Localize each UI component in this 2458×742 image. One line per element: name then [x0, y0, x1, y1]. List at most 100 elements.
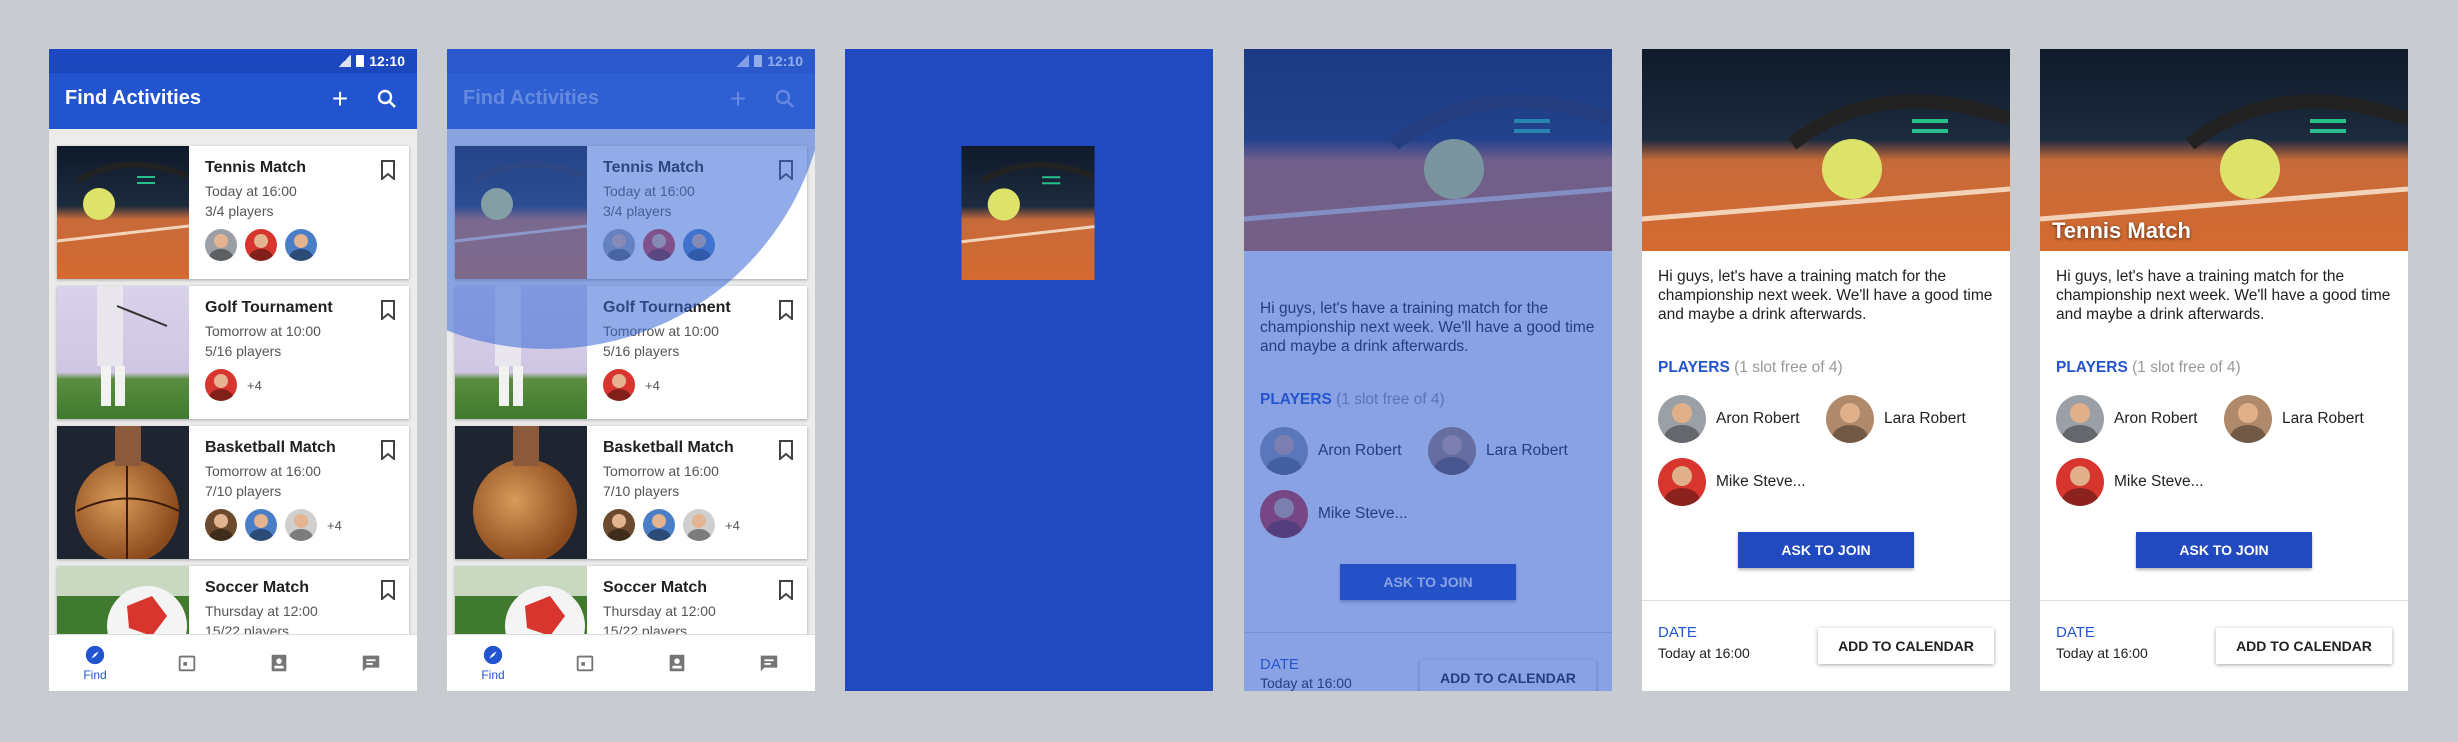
compass-icon: [483, 645, 503, 665]
basketball-image: [57, 426, 189, 559]
card-players: 5/16 players: [603, 343, 680, 359]
card-time: Tomorrow at 16:00: [603, 463, 719, 479]
players-title: PLAYERS: [1658, 359, 1730, 376]
avatar: [2056, 458, 2104, 506]
activity-detail-screen-titled: Tennis Match Hi guys, let's have a train…: [2040, 49, 2408, 691]
nav-find[interactable]: Find: [49, 635, 141, 691]
date-label: DATE: [2056, 624, 2095, 641]
avatar: [1658, 458, 1706, 506]
signal-icon: [338, 55, 352, 67]
contacts-icon: [669, 654, 685, 672]
activity-card-basketball[interactable]: Basketball Match Tomorrow at 16:00 7/10 …: [455, 426, 807, 559]
card-players: 5/16 players: [205, 343, 282, 359]
find-activities-screen: 12:10 Find Activities + Tennis Match Tod…: [49, 49, 417, 691]
nav-messages[interactable]: [325, 635, 417, 691]
ask-to-join-button[interactable]: ASK TO JOIN: [1738, 532, 1914, 568]
bookmark-icon[interactable]: [381, 160, 395, 180]
avatar[interactable]: [245, 229, 277, 261]
avatar[interactable]: [205, 509, 237, 541]
activity-description: Hi guys, let's have a training match for…: [2056, 268, 2391, 323]
card-time: Tomorrow at 10:00: [205, 323, 321, 339]
calendar-icon: [576, 655, 594, 672]
nav-contacts[interactable]: [631, 635, 723, 691]
avatar: [1658, 395, 1706, 443]
player-item[interactable]: Lara Robert: [2224, 395, 2364, 443]
bookmark-icon[interactable]: [381, 580, 395, 600]
activity-title: Tennis Match: [2052, 218, 2191, 243]
hero-image: [1642, 49, 2010, 251]
contacts-icon: [271, 654, 287, 672]
avatar[interactable]: [245, 509, 277, 541]
card-time: Today at 16:00: [205, 183, 297, 199]
more-players-count: +4: [725, 517, 740, 533]
bookmark-icon[interactable]: [779, 580, 793, 600]
card-time: Tomorrow at 16:00: [205, 463, 321, 479]
chat-icon: [362, 655, 380, 672]
bottom-navigation: Find: [49, 634, 417, 691]
avatar[interactable]: [205, 229, 237, 261]
card-title: Tennis Match: [205, 159, 307, 176]
divider: [1642, 600, 2010, 601]
players-slots: (1 slot free of 4): [1734, 359, 1843, 376]
add-to-calendar-button[interactable]: ADD TO CALENDAR: [1818, 628, 1994, 664]
date-value: Today at 16:00: [1658, 645, 1750, 661]
more-players-count: +4: [247, 377, 262, 393]
nav-calendar[interactable]: [141, 635, 233, 691]
avatar[interactable]: [285, 509, 317, 541]
player-name: Aron Robert: [1716, 410, 1800, 427]
player-item[interactable]: Aron Robert: [1658, 395, 1800, 443]
nav-find[interactable]: Find: [447, 635, 539, 691]
card-title: Golf Tournament: [205, 299, 333, 316]
card-title: Basketball Match: [603, 439, 734, 456]
bottom-navigation: Find: [447, 634, 815, 691]
basketball-image: [455, 426, 587, 559]
card-title: Soccer Match: [205, 579, 310, 596]
avatar[interactable]: [603, 369, 635, 401]
detail-screen-fading: Hi guys, let's have a training match for…: [1244, 49, 1612, 691]
status-bar: 12:10: [49, 49, 417, 73]
activity-card-tennis[interactable]: Tennis Match Today at 16:00 3/4 players: [57, 146, 409, 279]
card-players: 3/4 players: [205, 203, 274, 219]
activity-description: Hi guys, let's have a training match for…: [1658, 268, 1993, 323]
add-to-calendar-button[interactable]: ADD TO CALENDAR: [2216, 628, 2392, 664]
activity-detail-screen: Hi guys, let's have a training match for…: [1642, 49, 2010, 691]
avatar[interactable]: [205, 369, 237, 401]
bookmark-icon[interactable]: [779, 300, 793, 320]
chat-icon: [760, 655, 778, 672]
nav-messages[interactable]: [723, 635, 815, 691]
player-item[interactable]: Aron Robert: [2056, 395, 2198, 443]
player-name: Mike Steve...: [2114, 473, 2204, 490]
activity-card-golf[interactable]: Golf Tournament Tomorrow at 10:00 5/16 p…: [57, 286, 409, 419]
bookmark-icon[interactable]: [381, 300, 395, 320]
compass-icon: [85, 645, 105, 665]
nav-calendar[interactable]: [539, 635, 631, 691]
player-name: Lara Robert: [2282, 410, 2364, 427]
avatar: [2056, 395, 2104, 443]
avatar[interactable]: [643, 509, 675, 541]
card-time: Thursday at 12:00: [603, 603, 716, 619]
player-name: Lara Robert: [1884, 410, 1966, 427]
bookmark-icon[interactable]: [381, 440, 395, 460]
avatar[interactable]: [683, 509, 715, 541]
bookmark-icon[interactable]: [779, 440, 793, 460]
activity-card-basketball[interactable]: Basketball Match Tomorrow at 16:00 7/10 …: [57, 426, 409, 559]
search-icon[interactable]: [375, 87, 401, 113]
player-name: Mike Steve...: [1716, 473, 1806, 490]
player-item[interactable]: Lara Robert: [1826, 395, 1966, 443]
player-item[interactable]: Mike Steve...: [1658, 458, 1806, 506]
add-activity-button[interactable]: +: [327, 85, 353, 113]
card-title: Basketball Match: [205, 439, 336, 456]
avatar[interactable]: [603, 509, 635, 541]
tennis-image: [57, 146, 189, 279]
players-heading: PLAYERS (1 slot free of 4): [2056, 359, 2241, 377]
player-name: Aron Robert: [2114, 410, 2198, 427]
avatar[interactable]: [285, 229, 317, 261]
players-heading: PLAYERS (1 slot free of 4): [1658, 359, 1843, 377]
ask-to-join-button[interactable]: ASK TO JOIN: [2136, 532, 2312, 568]
battery-icon: [356, 55, 365, 67]
date-value: Today at 16:00: [2056, 645, 2148, 661]
player-item[interactable]: Mike Steve...: [2056, 458, 2204, 506]
card-time: Thursday at 12:00: [205, 603, 318, 619]
nav-find-label: Find: [481, 668, 505, 682]
nav-contacts[interactable]: [233, 635, 325, 691]
